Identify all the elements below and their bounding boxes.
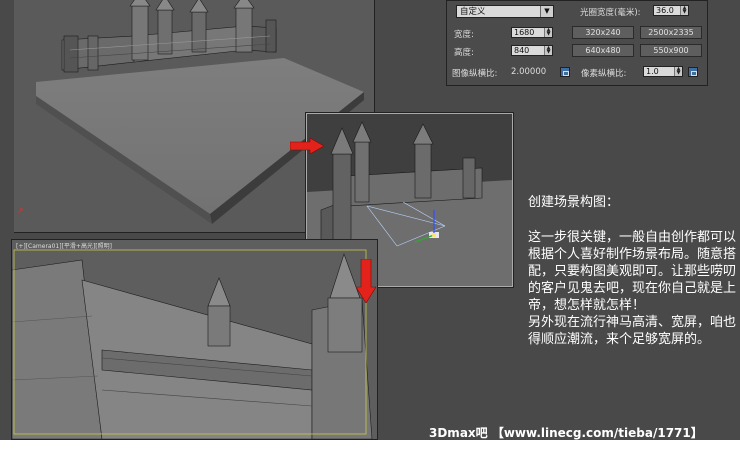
preset-button-3[interactable]: 640x480 xyxy=(572,44,634,57)
aperture-value: 36.0 xyxy=(656,6,674,15)
spinner-icon[interactable]: ▲ ▼ xyxy=(674,67,682,76)
tutorial-canvas: ↗ 自定义 ▼ 光圈宽度(毫米): 36.0 ▲ ▼ 宽度: 1680 ▲ ▼ 高度… xyxy=(0,0,740,440)
lock-icon[interactable] xyxy=(560,67,570,77)
preset-button-4[interactable]: 550x900 xyxy=(640,44,702,57)
spinner-icon[interactable]: ▲ ▼ xyxy=(680,6,688,15)
aperture-label: 光圈宽度(毫米): xyxy=(580,8,641,18)
pixel-aspect-value: 1.0 xyxy=(646,67,659,76)
height-input[interactable]: 840 ▲ ▼ xyxy=(511,45,553,56)
axis-marker: ↗ xyxy=(17,206,24,215)
spinner-icon[interactable]: ▲ ▼ xyxy=(544,28,552,37)
preset-button-2[interactable]: 2500x2335 xyxy=(640,26,702,39)
arrow-down-icon xyxy=(356,259,376,303)
chevron-down-icon[interactable]: ▼ xyxy=(540,6,553,17)
height-label: 高度: xyxy=(454,48,474,58)
pixel-aspect-label: 像素纵横比: xyxy=(581,69,627,79)
width-input[interactable]: 1680 ▲ ▼ xyxy=(511,27,553,38)
image-aspect-label: 图像纵横比: xyxy=(452,69,498,79)
tutorial-paragraph-1: 这一步很关键，一般自由创作都可以根据个人喜好制作场景布局。随意搭配，只要构图美观… xyxy=(528,230,737,313)
width-label: 宽度: xyxy=(454,30,474,40)
width-value: 1680 xyxy=(514,28,535,37)
viewport-label: [+][Camera01][平滑+高光][照明] xyxy=(16,243,112,250)
image-aspect-value: 2.00000 xyxy=(511,67,547,77)
preset-select-value: 自定义 xyxy=(460,7,486,17)
tutorial-text: 创建场景构图： 这一步很关键，一般自由创作都可以根据个人喜好制作场景布局。随意搭… xyxy=(528,194,740,348)
viewport-camera-view[interactable]: [+][Camera01][平滑+高光][照明] xyxy=(11,239,378,440)
tutorial-paragraph-2: 另外现在流行神马高清、宽屏，咱也得顺应潮流，来个足够宽屏的。 xyxy=(528,315,737,347)
render-settings-panel: 自定义 ▼ 光圈宽度(毫米): 36.0 ▲ ▼ 宽度: 1680 ▲ ▼ 高度: … xyxy=(446,0,708,86)
preset-button-1[interactable]: 320x240 xyxy=(572,26,634,39)
aperture-input[interactable]: 36.0 ▲ ▼ xyxy=(653,5,689,16)
arrow-right-icon xyxy=(290,138,324,154)
tutorial-title: 创建场景构图： xyxy=(528,195,620,210)
spinner-icon[interactable]: ▲ ▼ xyxy=(544,46,552,55)
pixel-aspect-input[interactable]: 1.0 ▲ ▼ xyxy=(643,66,683,77)
height-value: 840 xyxy=(514,46,530,55)
preset-select[interactable]: 自定义 ▼ xyxy=(456,5,554,18)
castle-model xyxy=(61,0,277,73)
lock-icon[interactable] xyxy=(688,67,698,77)
footer-credit: 3Dmax吧 【www.linecg.com/tieba/1771】 xyxy=(429,426,703,440)
castle-scene-wide xyxy=(12,240,377,439)
